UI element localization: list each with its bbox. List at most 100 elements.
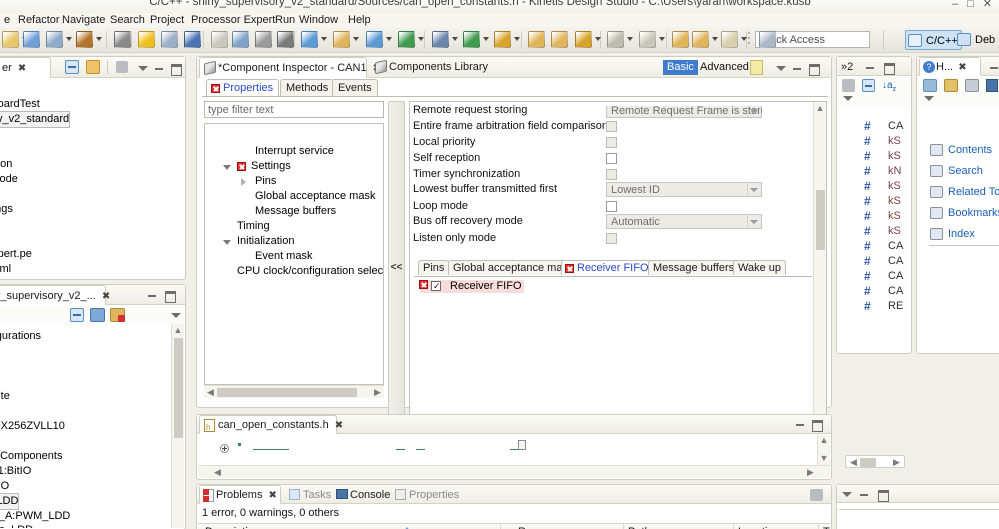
menu-item-e[interactable]: e xyxy=(4,13,10,27)
outline-tree[interactable]: # CA # kS # kS # kN # kS # kS # kS # kS # CA # CA # CA # CA # RE xyxy=(838,107,910,352)
menu-item-project[interactable]: Project xyxy=(150,13,184,27)
tab-project-explorer[interactable]: er ✖ xyxy=(0,57,51,78)
column-header-description[interactable]: Description xyxy=(201,524,501,529)
maximize-icon[interactable] xyxy=(164,289,176,303)
components-vscrollbar[interactable]: ▲ xyxy=(171,324,184,528)
components-tree[interactable]: _ConfigurationsH:MQXLitersMK20DX256ZVLL1… xyxy=(0,324,171,528)
search-tool-icon[interactable] xyxy=(575,31,592,48)
new-c-file-icon[interactable] xyxy=(366,31,383,48)
editor-hscrollbar[interactable]: ◀ ▶ xyxy=(198,465,830,478)
close-icon[interactable]: ✖ xyxy=(102,291,110,302)
property-combobox[interactable]: Remote Request Frame is stored xyxy=(606,106,762,118)
chevron-down-icon[interactable] xyxy=(747,183,759,196)
help-hscrollbar[interactable]: ◀ ▶ xyxy=(845,455,905,468)
build-all-icon[interactable] xyxy=(46,31,63,48)
tree-item[interactable]: MK20DX256ZVLL10 xyxy=(0,419,65,434)
inspector-tree[interactable]: AllInterrupt serviceSettingsPinsGlobal a… xyxy=(204,123,384,385)
chevron-down-icon[interactable] xyxy=(659,37,665,41)
menu-item-refactor[interactable]: Refactor xyxy=(18,13,60,27)
editor-code-area[interactable] xyxy=(198,435,817,465)
properties-vscrollbar[interactable]: ▲ xyxy=(813,102,826,254)
tree-item[interactable]: :CAN_LDD xyxy=(0,493,20,510)
tab-properties-view[interactable]: Properties xyxy=(393,485,463,506)
property-checkbox[interactable] xyxy=(606,201,617,212)
collapse-all-icon[interactable] xyxy=(65,60,79,74)
chevron-down-icon[interactable] xyxy=(418,37,424,41)
tree-item[interactable]: mentation xyxy=(0,157,12,172)
menu-item-help[interactable]: Help xyxy=(348,13,371,27)
chevron-right-icon[interactable] xyxy=(241,178,246,186)
property-row[interactable]: Self reception xyxy=(410,150,814,167)
link-break-icon[interactable] xyxy=(184,31,201,48)
menu-item-window[interactable]: Window xyxy=(299,13,338,27)
chevron-down-icon[interactable] xyxy=(223,240,231,245)
minimize-icon[interactable] xyxy=(792,62,803,73)
tab-properties[interactable]: Properties xyxy=(206,79,280,96)
properties-list[interactable]: Remote request storing Remote Request Fra… xyxy=(410,102,814,254)
project-explorer-tree[interactable]: iny2_BoardTestervisory_v2_standardlesgme… xyxy=(0,79,184,278)
close-icon[interactable]: ✖ xyxy=(958,62,966,73)
bookmark-add-icon[interactable] xyxy=(986,79,998,92)
fold-expand-icon[interactable] xyxy=(220,444,229,453)
show-hidden-icon[interactable] xyxy=(90,308,105,322)
run-icon[interactable] xyxy=(463,31,480,48)
show-in-toc-icon[interactable] xyxy=(944,79,958,92)
tab-component-inspector[interactable]: *Component Inspector - CAN1 ✖ xyxy=(199,57,381,78)
chevron-down-icon[interactable] xyxy=(96,37,102,41)
pencil-icon[interactable] xyxy=(211,31,228,48)
tab-problems[interactable]: Problems ✖ xyxy=(199,485,281,504)
help-link-index[interactable]: Index xyxy=(930,227,975,241)
menu-item-navigate[interactable]: Navigate xyxy=(62,13,105,27)
new-c-project-icon[interactable] xyxy=(301,31,318,48)
help-link-search[interactable]: Search xyxy=(930,164,983,178)
mode-advanced-button[interactable]: Advanced xyxy=(696,60,753,75)
menu-item-search[interactable]: Search xyxy=(110,13,145,27)
tab-console[interactable]: Console xyxy=(334,485,394,506)
property-checkbox[interactable] xyxy=(606,153,617,164)
perspective-deb[interactable]: Deb xyxy=(955,30,998,50)
home-icon[interactable] xyxy=(923,79,937,92)
minimize-icon[interactable] xyxy=(154,62,165,73)
column-header-location[interactable]: Location xyxy=(734,524,819,529)
chevron-down-icon[interactable] xyxy=(452,37,458,41)
hammer-build-icon[interactable] xyxy=(76,31,93,48)
sort-icon[interactable]: ↓az xyxy=(882,79,896,93)
cloud-icon[interactable] xyxy=(232,31,249,48)
chevron-down-icon[interactable] xyxy=(595,37,601,41)
maximize-icon[interactable] xyxy=(811,418,823,432)
open-perspective-icon[interactable] xyxy=(759,31,776,48)
chevron-down-icon[interactable] xyxy=(353,37,359,41)
close-icon[interactable]: ✖ xyxy=(335,420,343,431)
forward-icon[interactable] xyxy=(692,31,709,48)
view-menu-icon[interactable] xyxy=(170,309,181,320)
open-folder-icon[interactable] xyxy=(551,31,568,48)
property-combobox[interactable]: Automatic xyxy=(606,214,762,229)
filter-input[interactable]: type filter text xyxy=(204,101,384,118)
hide-fields-icon[interactable] xyxy=(842,79,855,92)
close-icon[interactable]: ✖ xyxy=(269,490,277,501)
chevron-down-icon[interactable] xyxy=(741,37,747,41)
view-menu-icon[interactable] xyxy=(137,62,148,73)
minimize-icon[interactable] xyxy=(989,61,999,72)
mode-basic-button[interactable]: Basic xyxy=(663,60,698,75)
tab-outline-overflow[interactable]: »2 xyxy=(839,57,855,78)
print-icon[interactable] xyxy=(965,79,979,92)
section-tab-wake-up[interactable]: Wake up xyxy=(733,260,787,275)
refresh-pe-icon[interactable] xyxy=(161,31,178,48)
column-header-path[interactable]: Path xyxy=(624,524,734,529)
add-component-icon[interactable] xyxy=(110,308,125,322)
profile-icon[interactable] xyxy=(494,31,511,48)
tree-item[interactable]: nit_GPIO xyxy=(0,479,9,494)
chevron-down-icon[interactable] xyxy=(386,37,392,41)
property-row[interactable]: Local priority xyxy=(410,134,814,151)
flash-icon[interactable] xyxy=(138,31,155,48)
section-tab-pins[interactable]: Pins xyxy=(418,260,450,275)
pilcrow-icon[interactable] xyxy=(277,31,294,48)
open-search-icon[interactable] xyxy=(528,31,545,48)
arrow-right-icon[interactable] xyxy=(721,31,738,48)
tree-item[interactable]: iny2_BoardTest xyxy=(0,97,40,112)
menu-item-processor-expert[interactable]: Processor Expert xyxy=(191,13,275,27)
tree-item[interactable]: ctInfo.xml xyxy=(0,262,11,277)
view-menu-icon[interactable] xyxy=(923,92,934,103)
property-row[interactable]: Lowest buffer transmitted first Lowest ID xyxy=(410,181,814,198)
